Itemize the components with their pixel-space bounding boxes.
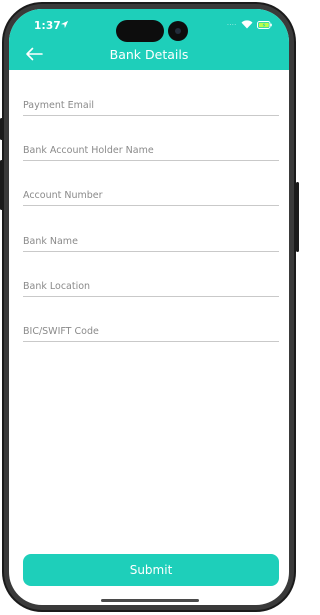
wifi-icon	[241, 20, 253, 29]
bank-name-field	[23, 229, 279, 253]
dynamic-island	[116, 20, 164, 42]
bank-location-field	[23, 274, 279, 298]
payment-email-field	[23, 93, 279, 117]
page-title: Bank Details	[109, 47, 189, 62]
signal-icon: ····	[227, 22, 237, 29]
payment-email-input[interactable]	[23, 94, 279, 117]
location-arrow-icon	[60, 20, 69, 29]
screen: 1:37 ···· Bank Details Payment Email Ban…	[9, 9, 289, 605]
account-number-input[interactable]	[23, 184, 279, 207]
bank-name-input[interactable]	[23, 230, 279, 253]
power-button	[296, 182, 299, 252]
bic-swift-code-field	[23, 319, 279, 343]
status-time: 1:37	[34, 20, 61, 32]
camera-icon	[168, 21, 188, 41]
account-holder-name-input[interactable]	[23, 139, 279, 162]
bank-location-input[interactable]	[23, 275, 279, 298]
bic-swift-code-input[interactable]	[23, 320, 279, 343]
app-header: 1:37 ···· Bank Details	[9, 9, 289, 70]
account-holder-name-field	[23, 138, 279, 162]
account-number-field	[23, 183, 279, 207]
submit-button[interactable]: Submit	[23, 554, 279, 586]
home-indicator[interactable]	[101, 599, 199, 602]
battery-charging-icon	[257, 21, 272, 29]
phone-frame: 1:37 ···· Bank Details Payment Email Ban…	[2, 2, 296, 612]
